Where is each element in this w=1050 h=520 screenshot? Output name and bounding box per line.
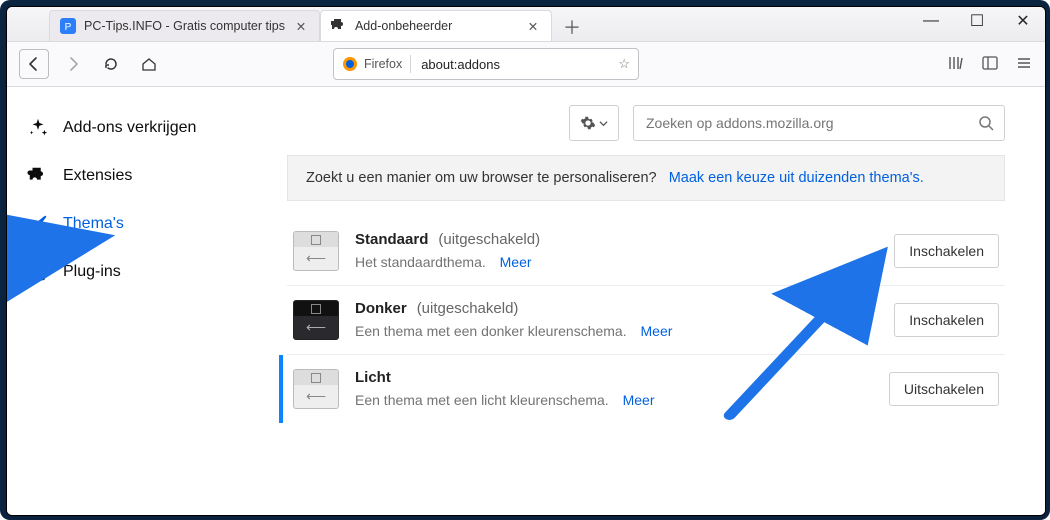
banner-text: Zoekt u een manier om uw browser te pers… bbox=[306, 170, 657, 186]
url-bar[interactable]: Firefox ☆ bbox=[333, 48, 639, 80]
banner-link[interactable]: Maak een keuze uit duizenden thema's. bbox=[669, 170, 924, 186]
addons-search-input[interactable] bbox=[644, 114, 970, 132]
close-window-button[interactable]: ✕ bbox=[1009, 11, 1037, 31]
theme-name: Standaard bbox=[355, 231, 428, 248]
tab-title: Add-onbeheerder bbox=[355, 19, 517, 33]
sidebar-toggle-icon[interactable] bbox=[981, 54, 999, 75]
theme-licht: ⟵ Licht Een thema met een licht kleurens… bbox=[279, 355, 1005, 423]
theme-desc: Het standaardthema. bbox=[355, 254, 486, 270]
theme-name: Donker bbox=[355, 300, 407, 317]
theme-desc: Een thema met een licht kleurenschema. bbox=[355, 392, 609, 408]
brush-icon bbox=[27, 213, 49, 235]
titlebar-drag-region[interactable] bbox=[15, 7, 45, 41]
theme-thumbnail: ⟵ bbox=[293, 300, 339, 340]
reload-button[interactable] bbox=[97, 50, 125, 78]
forward-button[interactable] bbox=[59, 50, 87, 78]
theme-status: (uitgeschakeld) bbox=[438, 231, 540, 248]
home-icon bbox=[141, 56, 157, 72]
theme-more-link[interactable]: Meer bbox=[500, 254, 532, 270]
chevron-down-icon bbox=[599, 119, 608, 128]
theme-thumbnail: ⟵ bbox=[293, 231, 339, 271]
arrow-left-icon bbox=[26, 56, 42, 72]
url-input[interactable] bbox=[419, 56, 610, 73]
new-tab-button[interactable]: ＋ bbox=[558, 13, 586, 41]
home-button[interactable] bbox=[135, 50, 163, 78]
sparkle-icon bbox=[27, 117, 49, 139]
tools-menu-button[interactable] bbox=[569, 105, 619, 141]
theme-thumbnail: ⟵ bbox=[293, 369, 339, 409]
close-tab-icon[interactable]: ✕ bbox=[525, 18, 541, 34]
sidebar-label: Extensies bbox=[63, 167, 132, 185]
sidebar-label: Thema's bbox=[63, 215, 124, 233]
reload-icon bbox=[103, 56, 119, 72]
arrow-right-icon bbox=[65, 56, 81, 72]
app-menu-icon[interactable] bbox=[1015, 54, 1033, 75]
separator bbox=[410, 55, 411, 73]
maximize-button[interactable]: ☐ bbox=[963, 11, 991, 31]
plug-icon bbox=[27, 261, 49, 283]
tab-pctips[interactable]: P PC-Tips.INFO - Gratis computer tips ✕ bbox=[49, 10, 320, 41]
sidebar-label: Add-ons verkrijgen bbox=[63, 119, 196, 137]
theme-disable-button[interactable]: Uitschakelen bbox=[889, 372, 999, 406]
identity-label: Firefox bbox=[364, 57, 402, 71]
theme-list: ⟵ Standaard (uitgeschakeld) Het standaar… bbox=[287, 217, 1005, 423]
addons-search[interactable] bbox=[633, 105, 1005, 141]
tab-strip: P PC-Tips.INFO - Gratis computer tips ✕ … bbox=[7, 7, 1045, 42]
sidebar-label: Plug-ins bbox=[63, 263, 121, 281]
back-button[interactable] bbox=[19, 49, 49, 79]
favicon-addon-icon bbox=[331, 18, 347, 34]
sidebar-item-plugins[interactable]: Plug-ins bbox=[27, 261, 267, 283]
theme-enable-button[interactable]: Inschakelen bbox=[894, 303, 999, 337]
gear-icon bbox=[580, 115, 596, 131]
plus-icon: ＋ bbox=[563, 14, 581, 40]
theme-desc: Een thema met een donker kleurenschema. bbox=[355, 323, 627, 339]
theme-enable-button[interactable]: Inschakelen bbox=[894, 234, 999, 268]
tab-addons[interactable]: Add-onbeheerder ✕ bbox=[320, 10, 552, 41]
page-content: Add-ons verkrijgen Extensies Thema's Plu… bbox=[7, 87, 1045, 515]
sidebar-item-extensions[interactable]: Extensies bbox=[27, 165, 267, 187]
bookmark-star-icon[interactable]: ☆ bbox=[618, 56, 630, 72]
theme-more-link[interactable]: Meer bbox=[623, 392, 655, 408]
theme-standaard: ⟵ Standaard (uitgeschakeld) Het standaar… bbox=[287, 217, 1005, 286]
theme-status: (uitgeschakeld) bbox=[417, 300, 519, 317]
close-tab-icon[interactable]: ✕ bbox=[293, 18, 309, 34]
search-icon[interactable] bbox=[978, 115, 994, 131]
theme-name: Licht bbox=[355, 369, 391, 386]
puzzle-icon bbox=[27, 165, 49, 187]
firefox-icon bbox=[342, 56, 358, 72]
minimize-button[interactable]: — bbox=[917, 12, 945, 30]
addons-sidebar: Add-ons verkrijgen Extensies Thema's Plu… bbox=[7, 87, 287, 515]
sidebar-item-get-addons[interactable]: Add-ons verkrijgen bbox=[27, 117, 267, 139]
tab-title: PC-Tips.INFO - Gratis computer tips bbox=[84, 19, 285, 33]
svg-text:P: P bbox=[65, 22, 72, 33]
nav-toolbar: Firefox ☆ bbox=[7, 42, 1045, 87]
theme-donker: ⟵ Donker (uitgeschakeld) Een thema met e… bbox=[287, 286, 1005, 355]
theme-more-link[interactable]: Meer bbox=[641, 323, 673, 339]
site-identity[interactable]: Firefox bbox=[342, 56, 402, 72]
library-icon[interactable] bbox=[947, 54, 965, 75]
favicon-pctips-icon: P bbox=[60, 18, 76, 34]
sidebar-item-themes[interactable]: Thema's bbox=[27, 213, 267, 235]
personalize-banner: Zoekt u een manier om uw browser te pers… bbox=[287, 155, 1005, 201]
addons-main: Zoekt u een manier om uw browser te pers… bbox=[287, 87, 1045, 515]
